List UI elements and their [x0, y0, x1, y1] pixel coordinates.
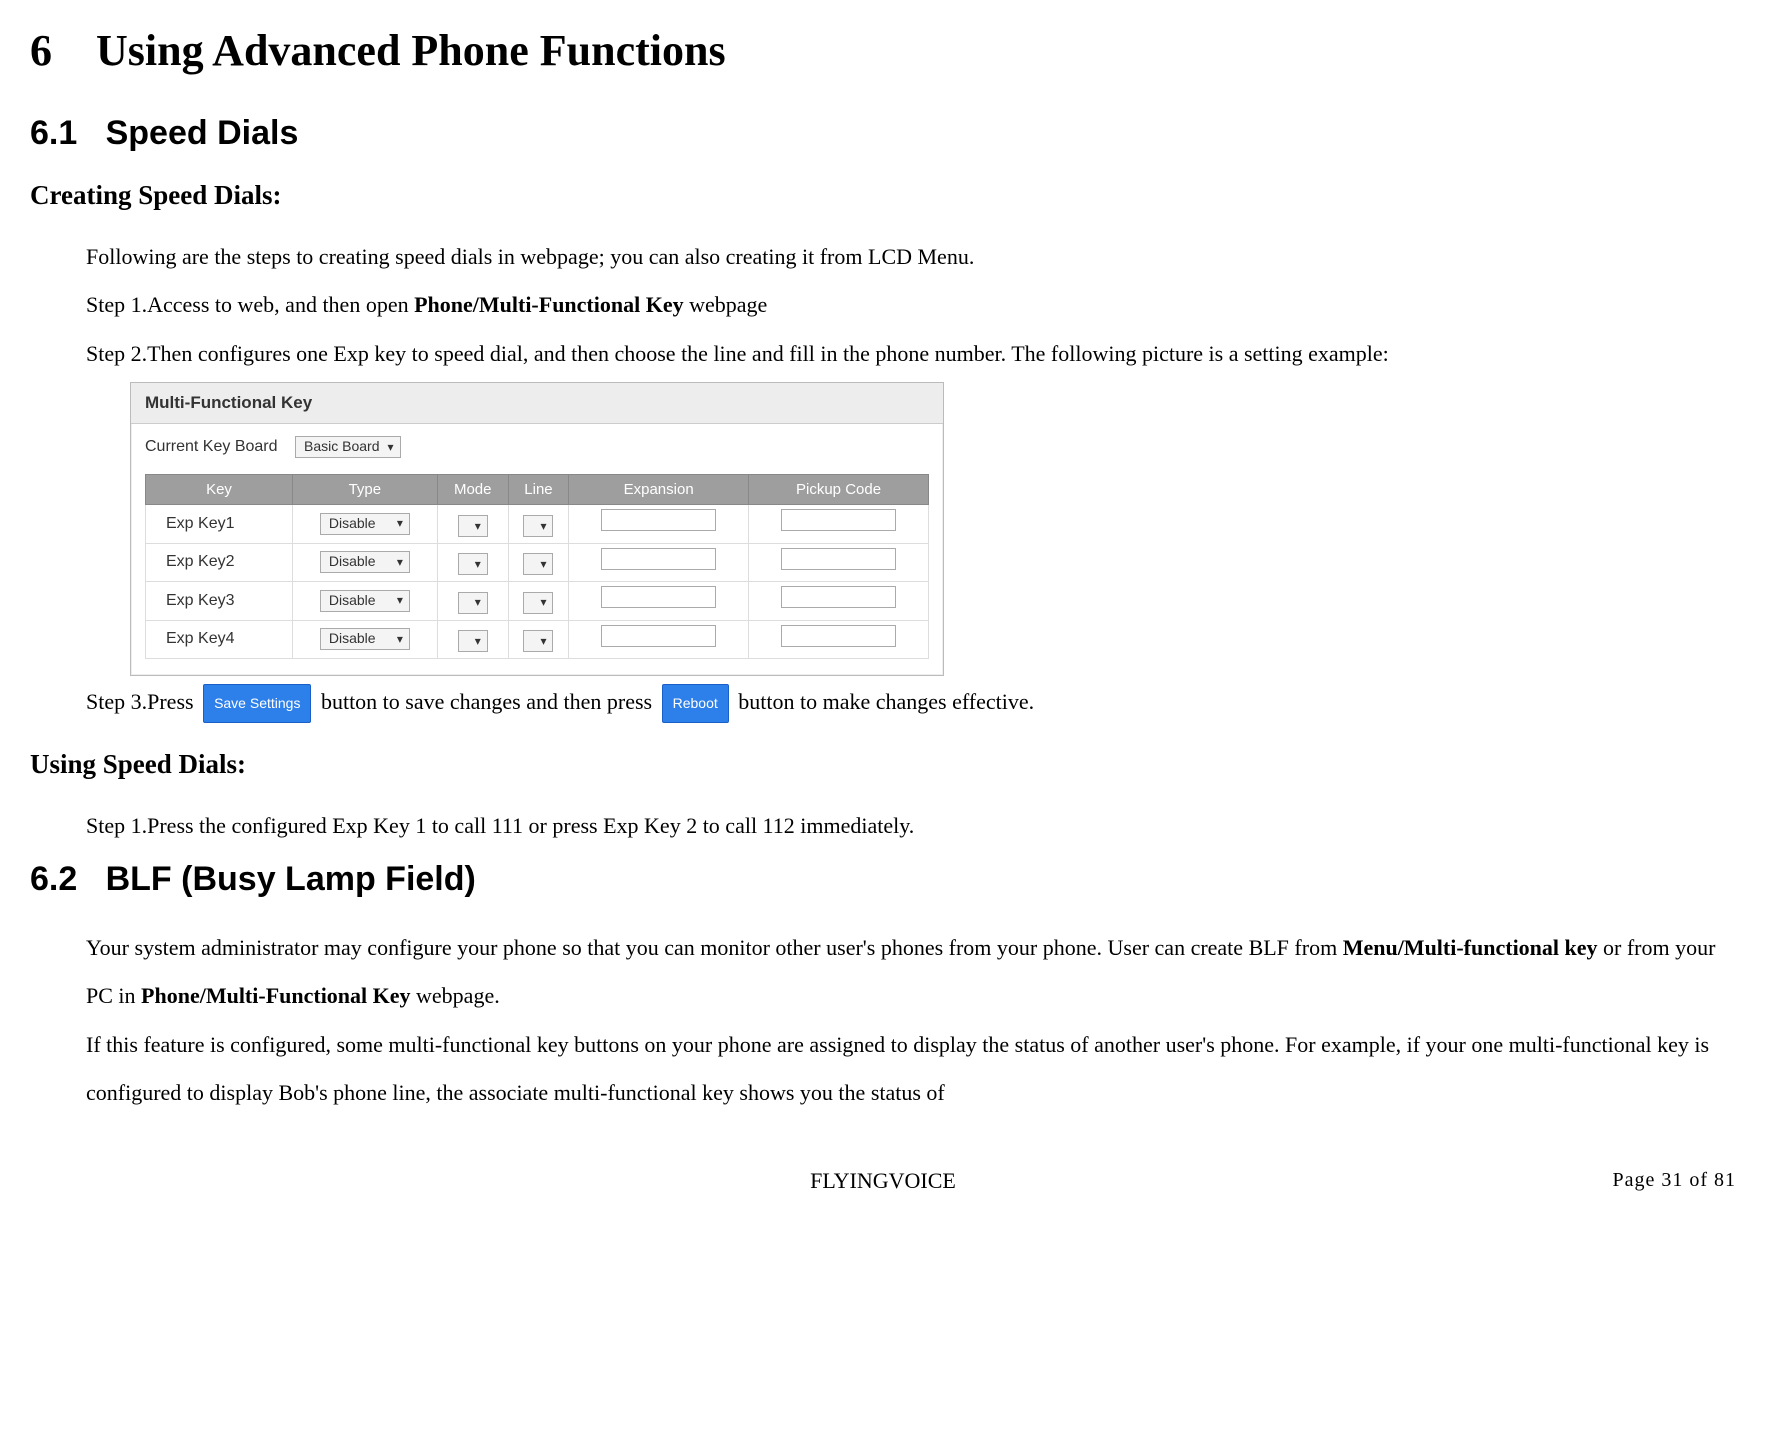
chevron-down-icon: ▾: [397, 554, 403, 571]
col-type: Type: [293, 475, 438, 505]
key-name: Exp Key4: [146, 620, 293, 658]
chevron-down-icon: ▾: [475, 556, 481, 573]
current-key-board-label: Current Key Board: [145, 436, 295, 458]
chevron-down-icon: ▾: [397, 592, 403, 609]
mode-select[interactable]: ▾: [458, 553, 488, 575]
chevron-down-icon: ▾: [540, 518, 546, 535]
line-select[interactable]: ▾: [523, 630, 553, 652]
pickup-code-input[interactable]: [781, 586, 896, 608]
step3-pre: Step 3.Press: [86, 689, 199, 714]
line-select[interactable]: ▾: [523, 592, 553, 614]
mode-select[interactable]: ▾: [458, 630, 488, 652]
type-value: Disable: [329, 591, 376, 611]
step3-mid: button to save changes and then press: [321, 689, 658, 714]
creating-intro: Following are the steps to creating spee…: [86, 233, 1736, 281]
col-pickup-code: Pickup Code: [749, 475, 929, 505]
chevron-down-icon: ▾: [475, 633, 481, 650]
type-value: Disable: [329, 629, 376, 649]
creating-step-2: Step 2.Then configures one Exp key to sp…: [86, 330, 1736, 378]
type-value: Disable: [329, 514, 376, 534]
step3-post: button to make changes effective.: [738, 689, 1034, 714]
chapter-title: 6 Using Advanced Phone Functions: [30, 20, 1736, 82]
chevron-down-icon: ▾: [540, 556, 546, 573]
page-footer: FLYINGVOICE Page 31 of 81: [30, 1166, 1736, 1197]
table-row: Exp Key1 Disable ▾ ▾ ▾: [146, 505, 929, 543]
line-select[interactable]: ▾: [523, 515, 553, 537]
type-select[interactable]: Disable ▾: [320, 590, 410, 612]
step1-post: webpage: [684, 292, 768, 317]
using-step-1: Step 1.Press the configured Exp Key 1 to…: [86, 802, 1736, 850]
chevron-down-icon: ▾: [387, 439, 393, 456]
blf-p1-bold1: Menu/Multi-functional key: [1343, 935, 1598, 960]
chapter-name: Using Advanced Phone Functions: [96, 26, 726, 75]
col-key: Key: [146, 475, 293, 505]
section-6-1-number: 6.1: [30, 114, 77, 152]
blf-paragraph-2: If this feature is configured, some mult…: [86, 1021, 1736, 1118]
footer-page-number: Page 31 of 81: [1612, 1166, 1736, 1194]
section-6-2-title: 6.2 BLF (Busy Lamp Field): [30, 856, 1736, 904]
chevron-down-icon: ▾: [397, 631, 403, 648]
expansion-input[interactable]: [601, 625, 716, 647]
expansion-input[interactable]: [601, 548, 716, 570]
table-row: Exp Key4 Disable ▾ ▾ ▾: [146, 620, 929, 658]
current-key-board-select[interactable]: Basic Board ▾: [295, 436, 401, 458]
save-settings-button[interactable]: Save Settings: [203, 684, 311, 723]
mode-select[interactable]: ▾: [458, 592, 488, 614]
blf-p1-post: webpage.: [411, 983, 500, 1008]
col-mode: Mode: [437, 475, 508, 505]
creating-step-1: Step 1.Access to web, and then open Phon…: [86, 281, 1736, 329]
reboot-button[interactable]: Reboot: [662, 684, 729, 723]
type-select[interactable]: Disable ▾: [320, 628, 410, 650]
creating-step-3: Step 3.Press Save Settings button to sav…: [86, 678, 1736, 726]
mfk-panel-title: Multi-Functional Key: [131, 383, 943, 424]
current-key-board-row: Current Key Board Basic Board ▾: [145, 436, 929, 458]
chevron-down-icon: ▾: [475, 518, 481, 535]
type-select[interactable]: Disable ▾: [320, 513, 410, 535]
section-6-2-name: BLF (Busy Lamp Field): [106, 860, 476, 898]
step1-bold: Phone/Multi-Functional Key: [414, 292, 684, 317]
line-select[interactable]: ▾: [523, 553, 553, 575]
blf-paragraph-1: Your system administrator may configure …: [86, 924, 1736, 1021]
current-key-board-value: Basic Board: [304, 437, 379, 457]
expansion-input[interactable]: [601, 509, 716, 531]
pickup-code-input[interactable]: [781, 509, 896, 531]
pickup-code-input[interactable]: [781, 548, 896, 570]
expansion-input[interactable]: [601, 586, 716, 608]
key-name: Exp Key3: [146, 582, 293, 620]
section-6-2-number: 6.2: [30, 860, 77, 898]
multi-functional-key-panel: Multi-Functional Key Current Key Board B…: [130, 382, 944, 676]
chevron-down-icon: ▾: [540, 594, 546, 611]
section-6-1-name: Speed Dials: [106, 114, 299, 152]
step1-pre: Step 1.Access to web, and then open: [86, 292, 414, 317]
mfk-table: Key Type Mode Line Expansion Pickup Code…: [145, 474, 929, 659]
blf-p1-bold2: Phone/Multi-Functional Key: [141, 983, 411, 1008]
col-line: Line: [508, 475, 568, 505]
chevron-down-icon: ▾: [397, 515, 403, 532]
chevron-down-icon: ▾: [475, 594, 481, 611]
section-6-1-title: 6.1 Speed Dials: [30, 110, 1736, 158]
table-row: Exp Key2 Disable ▾ ▾ ▾: [146, 543, 929, 581]
type-select[interactable]: Disable ▾: [320, 551, 410, 573]
mfk-panel-body: Current Key Board Basic Board ▾ Key Type…: [131, 424, 943, 675]
blf-p1-pre: Your system administrator may configure …: [86, 935, 1343, 960]
using-speed-dials-heading: Using Speed Dials:: [30, 746, 1736, 784]
chevron-down-icon: ▾: [540, 633, 546, 650]
key-name: Exp Key1: [146, 505, 293, 543]
mfk-table-header-row: Key Type Mode Line Expansion Pickup Code: [146, 475, 929, 505]
mode-select[interactable]: ▾: [458, 515, 488, 537]
footer-center: FLYINGVOICE: [30, 1166, 1736, 1197]
creating-speed-dials-heading: Creating Speed Dials:: [30, 177, 1736, 215]
type-value: Disable: [329, 552, 376, 572]
mfk-table-body: Exp Key1 Disable ▾ ▾ ▾ Exp Key2 Disable ▾ …: [146, 505, 929, 659]
key-name: Exp Key2: [146, 543, 293, 581]
table-row: Exp Key3 Disable ▾ ▾ ▾: [146, 582, 929, 620]
col-expansion: Expansion: [569, 475, 749, 505]
pickup-code-input[interactable]: [781, 625, 896, 647]
chapter-number: 6: [30, 26, 52, 75]
